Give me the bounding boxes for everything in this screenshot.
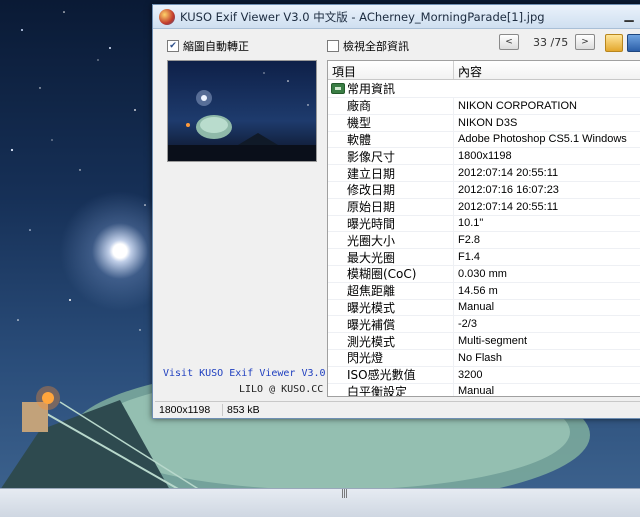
row-label: 曝光時間 [328, 215, 454, 232]
row-label: 機型 [328, 114, 454, 131]
image-counter: 33 /75 [533, 36, 569, 49]
row-value: 1800x1198 [458, 150, 512, 163]
status-dimensions: 1800x1198 [155, 404, 223, 416]
row-value: Multi-segment [458, 335, 528, 348]
chevron-right-icon: > [581, 37, 589, 47]
row-label: 曝光模式 [328, 299, 454, 316]
row-label: 廠商 [328, 98, 454, 114]
row-value: F2.8 [458, 234, 481, 247]
table-row[interactable]: 閃光燈 No Flash [328, 348, 640, 366]
exif-table[interactable]: 項目 內容 常用資訊 廠商 NIKON CORPORATION 機型 NIKON D… [327, 60, 640, 397]
row-value: 2012:07:14 20:55:11 [458, 200, 559, 213]
title-bar[interactable]: KUSO Exif Viewer V3.0 中文版 - ACherney_Mor… [153, 5, 640, 29]
row-label: 白平衡設定 [328, 383, 454, 396]
exif-rows: 廠商 NIKON CORPORATION 機型 NIKON D3S 軟體 Adobe … [328, 97, 640, 397]
window-title: KUSO Exif Viewer V3.0 中文版 - ACherney_Mor… [180, 9, 545, 24]
row-value: -2/3 [458, 318, 477, 331]
row-value: 0.030 mm [458, 267, 507, 280]
column-header-item[interactable]: 項目 [328, 61, 454, 79]
table-row[interactable]: 最大光圈 F1.4 [328, 248, 640, 265]
table-row[interactable]: 廠商 NIKON CORPORATION [328, 97, 640, 114]
exif-viewer-window: KUSO Exif Viewer V3.0 中文版 - ACherney_Mor… [152, 4, 640, 419]
table-row[interactable]: 軟體 Adobe Photoshop CS5.1 Windows [328, 130, 640, 148]
table-row[interactable]: 修改日期 2012:07:16 16:07:23 [328, 180, 640, 198]
table-row[interactable]: 曝光補償 -2/3 [328, 315, 640, 333]
save-icon[interactable] [627, 34, 640, 52]
row-value: 2012:07:14 20:55:11 [458, 167, 559, 180]
row-value: 3200 [458, 368, 483, 381]
show-all-checkbox[interactable]: 檢視全部資訊 [327, 38, 409, 54]
row-label: ISO感光數值 [328, 366, 454, 383]
row-value: 14.56 m [458, 284, 498, 297]
thumbnail-picture [168, 72, 316, 161]
column-header-content[interactable]: 內容 [454, 61, 486, 79]
table-row[interactable]: 測光模式 Multi-segment [328, 332, 640, 349]
table-row[interactable]: 光圈大小 F2.8 [328, 231, 640, 249]
table-row[interactable]: 白平衡設定 Manual [328, 382, 640, 397]
row-label: 修改日期 [328, 181, 454, 198]
open-folder-icon[interactable] [605, 34, 623, 52]
minimize-button[interactable]: ▁ [615, 6, 640, 24]
previous-button[interactable]: < [499, 34, 519, 50]
table-row[interactable]: 超焦距離 14.56 m [328, 281, 640, 299]
table-row[interactable]: 模糊圈(CoC) 0.030 mm [328, 264, 640, 282]
row-label: 原始日期 [328, 198, 454, 215]
row-value: 2012:07:16 16:07:23 [458, 183, 559, 196]
app-icon [159, 8, 175, 25]
row-value: Adobe Photoshop CS5.1 Windows [458, 133, 627, 146]
table-row[interactable]: 曝光模式 Manual [328, 298, 640, 316]
row-label: 模糊圈(CoC) [328, 265, 454, 282]
row-label: 超焦距離 [328, 282, 454, 299]
table-row[interactable]: 機型 NIKON D3S [328, 113, 640, 131]
row-label: 最大光圈 [328, 249, 454, 265]
table-header: 項目 內容 [328, 61, 640, 80]
auto-rotate-label: 縮圖自動轉正 [183, 40, 249, 53]
checkmark-icon: ✔ [167, 40, 179, 52]
taskbar [0, 488, 640, 517]
image-thumbnail [167, 60, 317, 162]
auto-rotate-checkbox[interactable]: ✔ 縮圖自動轉正 [167, 38, 249, 54]
row-label: 曝光補償 [328, 316, 454, 333]
table-row[interactable]: 原始日期 2012:07:14 20:55:11 [328, 197, 640, 215]
taskbar-grip-icon[interactable]: ||| [341, 489, 348, 499]
row-value: No Flash [458, 351, 503, 364]
row-value: 10.1" [458, 217, 484, 230]
row-value: F1.4 [458, 251, 481, 264]
table-row[interactable]: ISO感光數值 3200 [328, 365, 640, 383]
table-row[interactable]: 建立日期 2012:07:14 20:55:11 [328, 164, 640, 181]
status-bar: 1800x1198 853 kB [155, 401, 640, 418]
show-all-label: 檢視全部資訊 [343, 40, 409, 53]
author-credit: LILO @ KUSO.CC [239, 384, 324, 395]
group-label: 常用資訊 [347, 82, 396, 96]
next-button[interactable]: > [575, 34, 595, 50]
row-value: Manual [458, 385, 495, 397]
row-value: Manual [458, 301, 495, 314]
chevron-left-icon: < [505, 37, 513, 47]
row-label: 光圈大小 [328, 232, 454, 249]
category-icon [331, 83, 345, 94]
row-label: 軟體 [328, 131, 454, 148]
row-label: 測光模式 [328, 333, 454, 349]
row-value: NIKON D3S [458, 116, 518, 129]
table-row[interactable]: 曝光時間 10.1" [328, 214, 640, 232]
table-row[interactable]: 影像尺寸 1800x1198 [328, 147, 640, 165]
row-label: 影像尺寸 [328, 148, 454, 165]
row-label: 閃光燈 [328, 349, 454, 366]
row-label: 建立日期 [328, 165, 454, 181]
group-common-info[interactable]: 常用資訊 [328, 80, 640, 97]
status-file-size: 853 kB [227, 404, 260, 416]
row-value: NIKON CORPORATION [458, 99, 577, 112]
